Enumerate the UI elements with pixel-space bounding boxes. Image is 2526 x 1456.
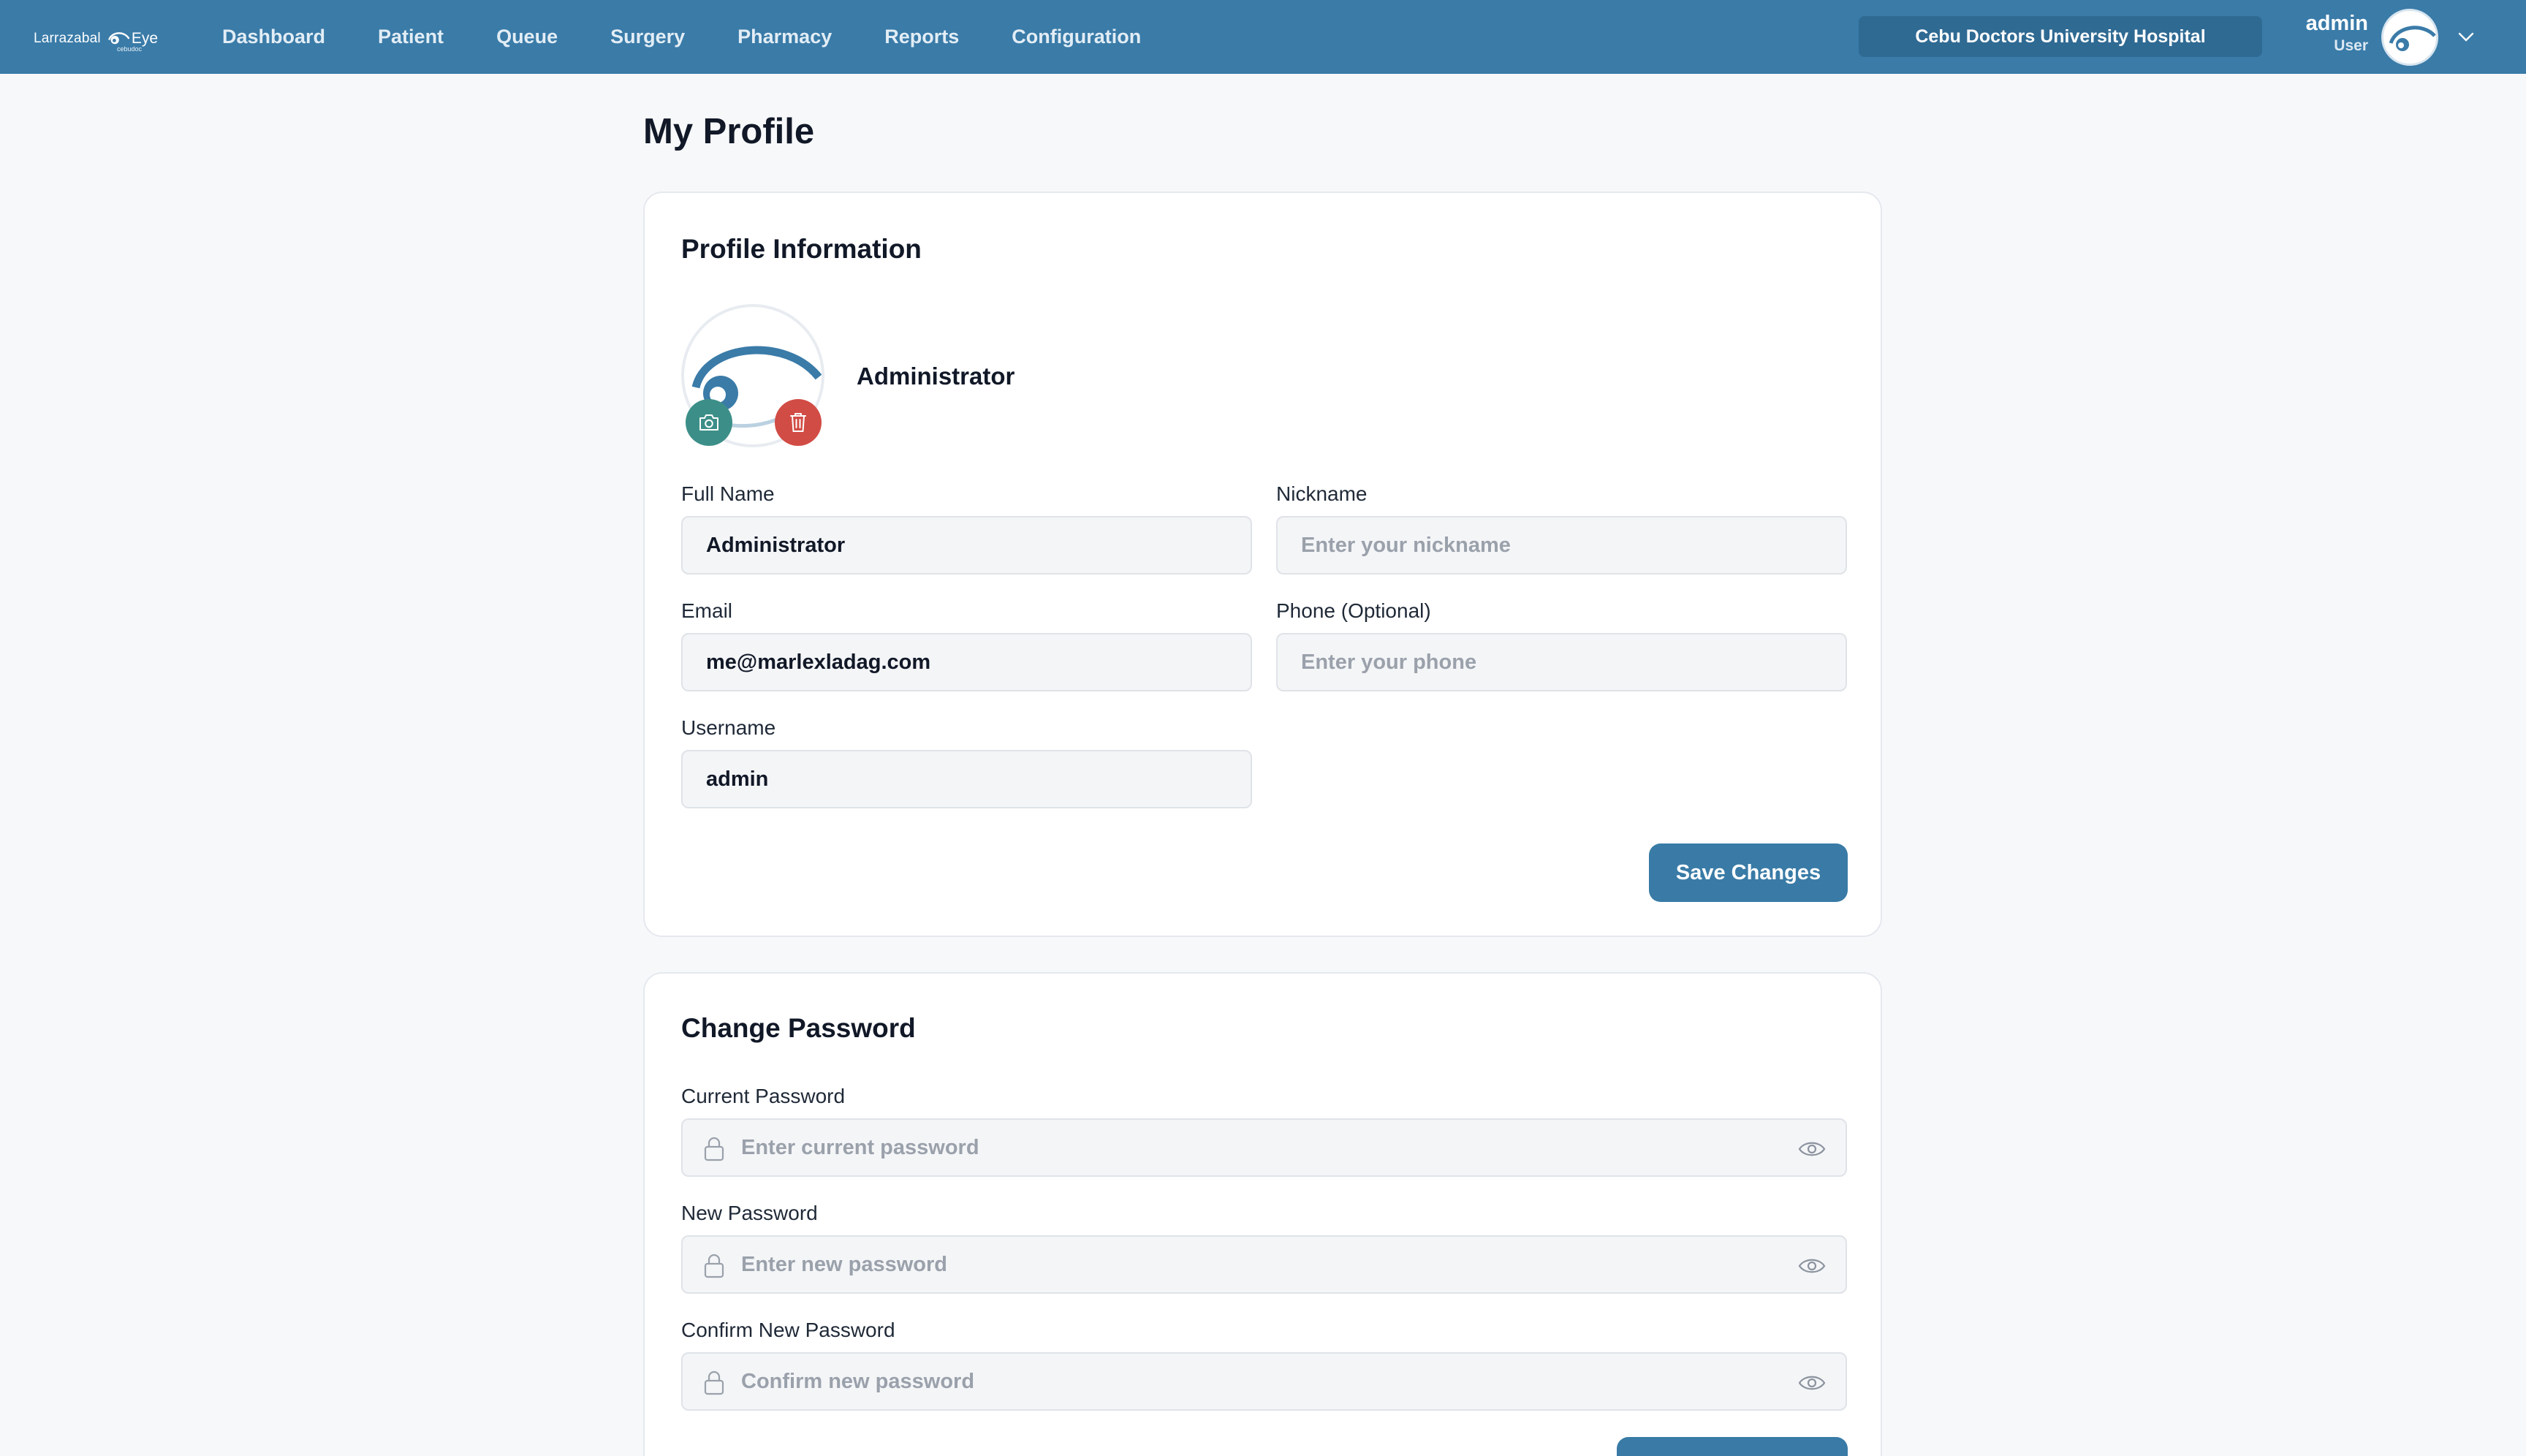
app-logo[interactable]: Larrazabal Eye cebudoc — [34, 20, 158, 57]
chevron-down-icon[interactable] — [2456, 26, 2476, 47]
section-title: Change Password — [681, 1013, 916, 1043]
hospital-selector[interactable]: Cebu Doctors University Hospital — [1859, 16, 2262, 57]
email-label: Email — [681, 599, 733, 622]
lock-icon — [704, 1137, 724, 1161]
profile-information-card: Profile Information Administrator Full N… — [643, 192, 1882, 937]
lock-icon — [704, 1370, 724, 1395]
username-label: Username — [681, 716, 776, 739]
update-password-button[interactable] — [1617, 1437, 1848, 1456]
nav-item-surgery[interactable]: Surgery — [610, 26, 685, 48]
trash-icon — [790, 413, 806, 432]
username-input[interactable]: admin — [681, 750, 1252, 808]
confirm-password-input[interactable]: Confirm new password — [681, 1352, 1847, 1411]
upload-photo-button[interactable] — [686, 399, 732, 446]
new-password-placeholder: Enter new password — [741, 1252, 948, 1276]
profile-display-name: Administrator — [857, 363, 1015, 390]
change-password-card: Change Password Current Password Enter c… — [643, 972, 1882, 1456]
phone-input[interactable]: Enter your phone — [1276, 633, 1847, 691]
page-title: My Profile — [643, 112, 815, 151]
nav-item-pharmacy[interactable]: Pharmacy — [737, 26, 832, 48]
save-changes-button[interactable]: Save Changes — [1649, 843, 1848, 902]
remove-photo-button[interactable] — [775, 399, 822, 446]
nav-item-configuration[interactable]: Configuration — [1012, 26, 1141, 48]
show-password-icon[interactable] — [1797, 1371, 1827, 1395]
camera-icon — [699, 414, 718, 431]
current-password-label: Current Password — [681, 1085, 846, 1107]
phone-label: Phone (Optional) — [1276, 599, 1431, 622]
full-name-label: Full Name — [681, 482, 775, 505]
confirm-password-label: Confirm New Password — [681, 1319, 895, 1341]
current-password-placeholder: Enter current password — [741, 1135, 979, 1159]
nav-item-queue[interactable]: Queue — [496, 26, 558, 48]
new-password-label: New Password — [681, 1202, 818, 1224]
eye-avatar-icon — [2389, 26, 2436, 51]
top-navigation-bar: Larrazabal Eye cebudoc Dashboard Patient… — [0, 0, 2526, 74]
show-password-icon[interactable] — [1797, 1254, 1827, 1278]
lock-icon — [704, 1254, 724, 1278]
show-password-icon[interactable] — [1797, 1137, 1827, 1161]
logo-subtext: cebudoc — [117, 45, 143, 53]
user-info[interactable]: admin User — [2288, 10, 2368, 56]
email-input[interactable]: me@marlexladag.com — [681, 633, 1252, 691]
user-name: admin — [2305, 12, 2368, 35]
nickname-label: Nickname — [1276, 482, 1368, 505]
section-title: Profile Information — [681, 234, 922, 264]
nickname-input[interactable]: Enter your nickname — [1276, 516, 1847, 575]
full-name-input[interactable]: Administrator — [681, 516, 1252, 575]
main-nav: Dashboard Patient Queue Surgery Pharmacy… — [222, 0, 1194, 74]
logo-text-left: Larrazabal — [34, 31, 101, 46]
user-role: User — [2334, 37, 2368, 54]
new-password-input[interactable]: Enter new password — [681, 1235, 1847, 1294]
confirm-password-placeholder: Confirm new password — [741, 1369, 975, 1393]
nav-item-dashboard[interactable]: Dashboard — [222, 26, 325, 48]
user-avatar[interactable] — [2381, 9, 2438, 66]
current-password-input[interactable]: Enter current password — [681, 1118, 1847, 1177]
nav-item-patient[interactable]: Patient — [378, 26, 444, 48]
nav-item-reports[interactable]: Reports — [884, 26, 959, 48]
